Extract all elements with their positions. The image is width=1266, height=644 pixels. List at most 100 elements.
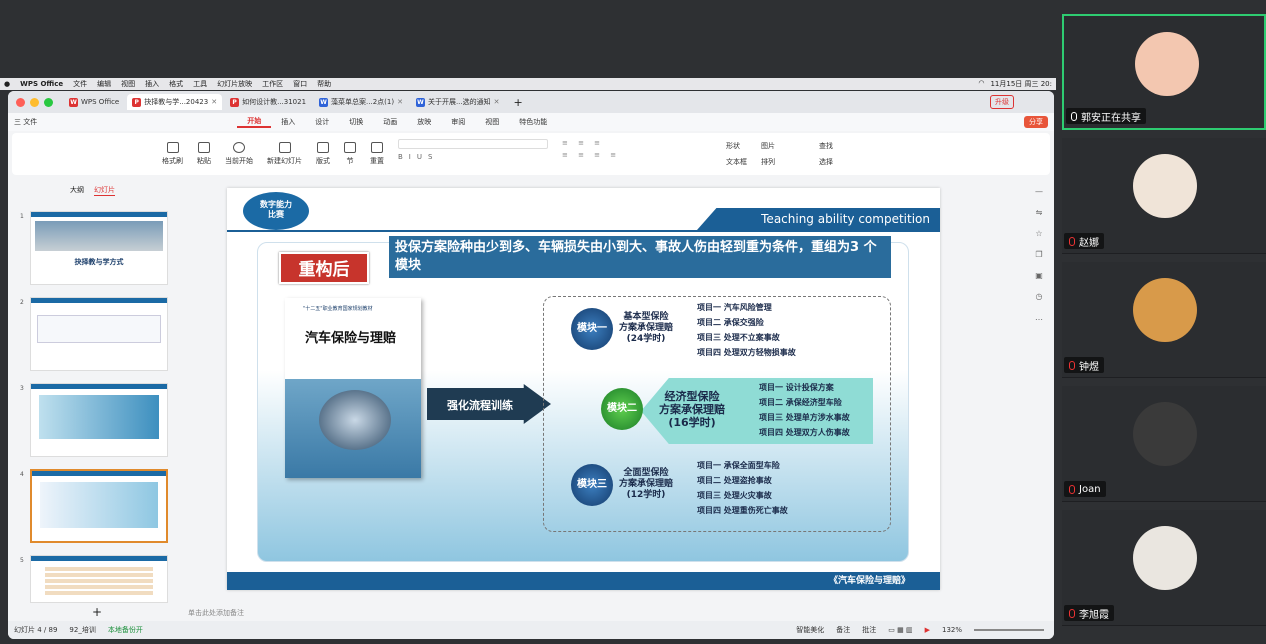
mac-menu-slideshow[interactable]: 幻灯片放映	[217, 79, 252, 89]
close-tab-icon[interactable]: ✕	[397, 98, 403, 106]
edit-group: 查找 选择	[819, 141, 833, 167]
upgrade-button[interactable]: 升级	[990, 95, 1014, 109]
minimize-window-button[interactable]	[30, 97, 39, 107]
new-tab-button[interactable]: +	[514, 96, 523, 109]
ribbon-tab-review[interactable]: 审阅	[441, 117, 475, 127]
mac-menu-window[interactable]: 窗口	[293, 79, 307, 89]
mac-menu-tools[interactable]: 工具	[193, 79, 207, 89]
star-icon[interactable]: ☆	[1035, 229, 1042, 238]
file-menu[interactable]: 三 文件	[14, 117, 37, 127]
maximize-window-button[interactable]	[44, 97, 53, 107]
arrange-button[interactable]: 排列	[761, 157, 775, 167]
new-slide-button[interactable]: 新建幻灯片	[267, 142, 302, 166]
format-painter-button[interactable]: 格式刷	[162, 142, 183, 166]
history-icon[interactable]: ◷	[1036, 292, 1043, 301]
ribbon-tab-slideshow[interactable]: 放映	[407, 117, 441, 127]
ribbon-tab-features[interactable]: 特色功能	[509, 117, 557, 127]
notes-button[interactable]: 备注	[836, 625, 850, 635]
ribbon-tab-animation[interactable]: 动画	[373, 117, 407, 127]
module-2-badge[interactable]: 模块二	[601, 388, 643, 430]
font-style-buttons[interactable]: BIUS	[398, 153, 548, 161]
slides-tab[interactable]: 幻灯片	[94, 185, 115, 196]
minus-icon[interactable]: —	[1035, 187, 1043, 196]
slide-thumbnail-3[interactable]	[30, 383, 168, 457]
participant-tile-3[interactable]: 钟煜	[1062, 262, 1266, 378]
align-buttons[interactable]: ≡ ≡ ≡ ≡	[562, 151, 712, 159]
font-family-select[interactable]	[398, 139, 548, 149]
mac-menu-view[interactable]: 视图	[121, 79, 135, 89]
mac-menu-format[interactable]: 格式	[169, 79, 183, 89]
copy-icon[interactable]: ❐	[1035, 250, 1042, 259]
participant-tile-1[interactable]: 郭安正在共享	[1062, 14, 1266, 130]
close-tab-icon[interactable]: ✕	[494, 98, 500, 106]
button-label: 节	[346, 157, 354, 165]
comment-button[interactable]: 批注	[862, 625, 876, 635]
mac-menu-file[interactable]: 文件	[73, 79, 87, 89]
ribbon-tab-design[interactable]: 设计	[305, 117, 339, 127]
ribbon-tab-home[interactable]: 开始	[237, 116, 272, 128]
zoom-slider[interactable]	[974, 629, 1044, 631]
more-icon[interactable]: …	[1035, 313, 1043, 322]
section-button[interactable]: 节	[344, 142, 356, 166]
module-2-item: 项目三 处理单方涉水事故	[759, 413, 850, 422]
tab-doc-1[interactable]: P 抉择教与学...20423 ✕	[127, 94, 223, 110]
share-button[interactable]: 分享	[1024, 116, 1048, 128]
wifi-icon[interactable]: ◠	[978, 79, 984, 89]
paste-button[interactable]: 粘贴	[197, 142, 211, 166]
participant-name-tag: 李旭霞	[1064, 605, 1114, 621]
ribbon-tab-transition[interactable]: 切换	[339, 117, 373, 127]
tab-doc-2[interactable]: P 如何设计教...31021	[225, 94, 311, 110]
ribbon-tab-insert[interactable]: 插入	[271, 117, 305, 127]
picture-button[interactable]: 图片	[761, 141, 775, 151]
select-button[interactable]: 选择	[819, 157, 833, 167]
participant-tile-5[interactable]: 李旭霞	[1062, 510, 1266, 626]
list-buttons[interactable]: ≡ ≡ ≡	[562, 139, 712, 147]
tab-doc-4[interactable]: W 关于开展...选的通知 ✕	[411, 94, 505, 110]
find-button[interactable]: 查找	[819, 141, 833, 151]
layout-button[interactable]: 版式	[316, 142, 330, 166]
mic-muted-icon	[1069, 236, 1075, 246]
current-slide[interactable]: 数字能力 比赛 Teaching ability competition 重构后…	[227, 188, 940, 590]
participant-tile-2[interactable]: 赵娜	[1062, 138, 1266, 254]
module-2-item: 项目四 处理双方人伤事故	[759, 428, 850, 437]
mac-menu-insert[interactable]: 插入	[145, 79, 159, 89]
slide-thumbnail-4[interactable]	[30, 469, 168, 543]
view-mode-icon[interactable]: ▭ ▦ ▥	[888, 626, 912, 634]
ribbon-tab-view[interactable]: 视图	[475, 117, 509, 127]
tab-home[interactable]: W WPS Office	[64, 94, 124, 110]
template-name[interactable]: 92_培训	[69, 625, 95, 635]
mac-menu-workspace[interactable]: 工作区	[262, 79, 283, 89]
app-name[interactable]: WPS Office	[20, 80, 63, 88]
close-window-button[interactable]	[16, 97, 25, 107]
textbox-button[interactable]: 文本框	[726, 157, 747, 167]
properties-icon[interactable]: ⇋	[1036, 208, 1043, 217]
slide-footer: 《汽车保险与理赔》	[227, 572, 940, 590]
image-icon[interactable]: ▣	[1035, 271, 1043, 280]
slide-thumbnail-5[interactable]	[30, 555, 168, 603]
participant-tile-4[interactable]: Joan	[1062, 386, 1266, 502]
slide-thumbnail-2[interactable]	[30, 297, 168, 371]
module-3-badge[interactable]: 模块三	[571, 464, 613, 506]
module-1-badge[interactable]: 模块一	[571, 308, 613, 350]
slide-thumbnail-1[interactable]: 抉择教与学方式	[30, 211, 168, 285]
module-3-item: 项目二 处理盗抢事故	[697, 476, 772, 485]
close-tab-icon[interactable]: ✕	[211, 98, 217, 106]
apple-icon[interactable]: ●	[4, 80, 10, 88]
outline-tab[interactable]: 大纲	[70, 185, 84, 196]
mac-menu-edit[interactable]: 编辑	[97, 79, 111, 89]
wps-icon: W	[69, 97, 78, 107]
shape-button[interactable]: 形状	[726, 141, 747, 151]
notes-placeholder[interactable]: 单击此处添加备注	[188, 608, 244, 618]
zoom-level[interactable]: 132%	[942, 626, 962, 634]
reset-button[interactable]: 重置	[370, 142, 384, 166]
backup-status[interactable]: 本地备份开	[108, 625, 143, 635]
clock[interactable]: 11月15日 周三 20:	[990, 79, 1052, 89]
play-slideshow-icon[interactable]: ▶	[925, 626, 930, 634]
smart-beautify-button[interactable]: 智能美化	[796, 625, 824, 635]
add-slide-button[interactable]: +	[92, 605, 102, 619]
play-from-current-button[interactable]: 当前开始	[225, 142, 253, 166]
module-1-item: 项目三 处理不立案事故	[697, 333, 780, 342]
tab-doc-3[interactable]: W 藻菜单总案...2点(1) ✕	[314, 94, 408, 110]
thumb-image	[35, 221, 163, 251]
mac-menu-help[interactable]: 帮助	[317, 79, 331, 89]
